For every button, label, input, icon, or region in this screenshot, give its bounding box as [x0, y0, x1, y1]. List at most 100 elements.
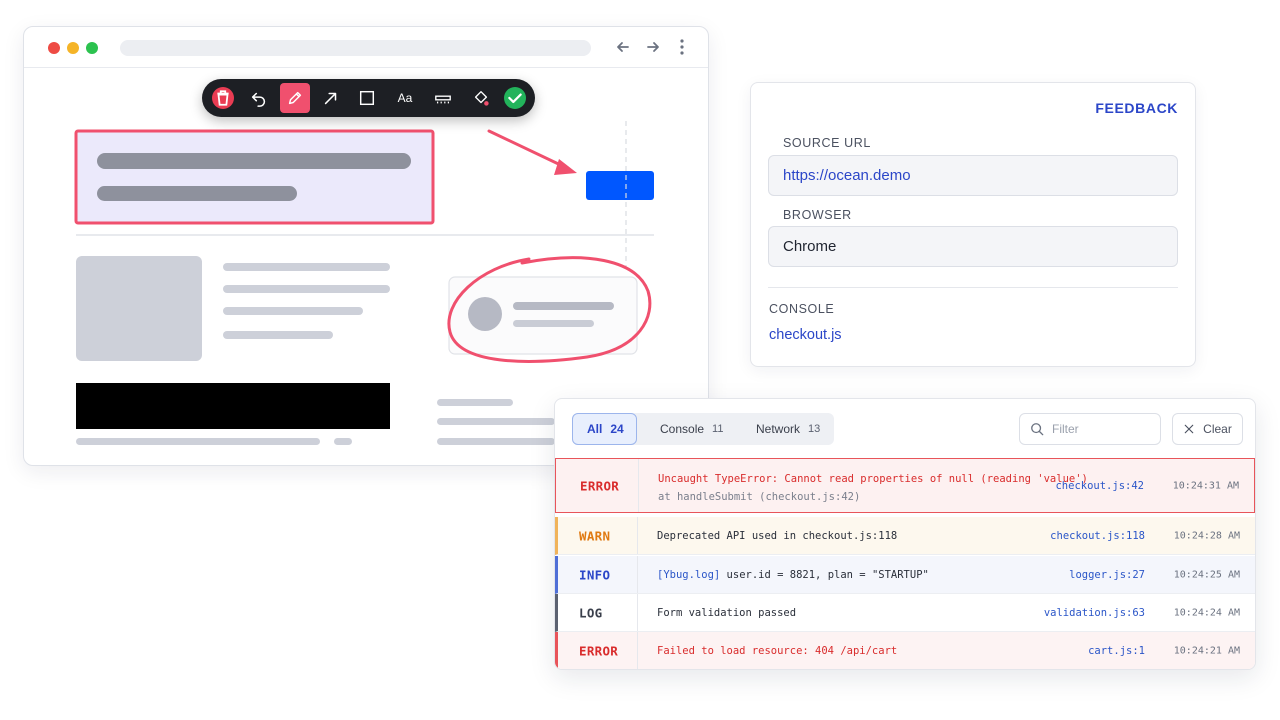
- tab-count: 13: [808, 423, 821, 435]
- browser-field[interactable]: Chrome: [768, 226, 1178, 267]
- log-timestamp: 10:24:28 AM: [1173, 530, 1240, 541]
- log-timestamp: 10:24:25 AM: [1173, 569, 1240, 580]
- log-source-link[interactable]: validation.js:63: [1044, 607, 1145, 619]
- log-row-log[interactable]: LOG Form validation passed validation.js…: [555, 594, 1255, 632]
- browser-label: BROWSER: [783, 208, 852, 222]
- log-separator: [638, 459, 639, 512]
- mock-image-placeholder: [76, 256, 202, 361]
- console-link[interactable]: checkout.js: [769, 327, 842, 343]
- mock-text-line: [223, 285, 390, 293]
- mock-text-line: [76, 438, 320, 445]
- pen-icon: [288, 91, 302, 105]
- tab-all[interactable]: All 24: [572, 413, 637, 445]
- mock-blue-button: [586, 171, 654, 200]
- done-tool[interactable]: [500, 83, 530, 113]
- mock-text-line: [513, 320, 594, 327]
- feedback-divider: [768, 287, 1178, 288]
- tab-network[interactable]: Network 13: [742, 413, 834, 445]
- arrow-tool[interactable]: [316, 83, 346, 113]
- tab-count: 11: [712, 423, 724, 435]
- tab-label: Network: [756, 422, 801, 436]
- log-message: Uncaught TypeError: Cannot read properti…: [658, 473, 1088, 485]
- log-source-link[interactable]: cart.js:1: [1088, 645, 1145, 657]
- log-timestamp: 10:24:24 AM: [1173, 607, 1240, 618]
- check-icon: [504, 87, 526, 109]
- text-icon: Aa: [397, 91, 413, 105]
- filter-placeholder: Filter: [1052, 422, 1079, 436]
- mock-text-line: [437, 418, 555, 425]
- log-message: [Ybug.log] user.id = 8821, plan = "START…: [657, 569, 929, 581]
- pen-tool[interactable]: [280, 83, 310, 113]
- log-separator: [637, 632, 638, 669]
- log-timestamp: 10:24:21 AM: [1173, 645, 1240, 657]
- log-source-link[interactable]: checkout.js:118: [1050, 530, 1145, 542]
- trash-icon: [212, 87, 234, 109]
- source-url-field[interactable]: https://ocean.demo: [768, 155, 1178, 196]
- log-message: Form validation passed: [657, 606, 797, 619]
- log-level: LOG: [579, 605, 603, 620]
- log-timestamp: 10:24:31 AM: [1172, 480, 1239, 491]
- tab-label: All: [587, 422, 603, 436]
- rectangle-icon: [359, 90, 375, 106]
- mock-text-line: [437, 399, 513, 406]
- log-separator: [637, 594, 638, 631]
- tab-console[interactable]: Console 11: [646, 413, 737, 445]
- log-message: Deprecated API used in checkout.js:118: [657, 529, 898, 542]
- mock-text-line: [97, 153, 411, 169]
- clear-button[interactable]: Clear: [1172, 413, 1243, 445]
- fill-tool[interactable]: [466, 83, 496, 113]
- annotation-toolbar: Aa: [202, 79, 535, 117]
- console-tabs: All 24 Console 11 Network 13: [572, 413, 834, 445]
- undo-icon: [251, 92, 266, 107]
- feedback-title: FEEDBACK: [1095, 100, 1178, 116]
- mock-text-line: [437, 438, 555, 445]
- tab-count: 24: [610, 422, 624, 436]
- log-level: ERROR: [579, 643, 619, 659]
- undo-tool[interactable]: [244, 83, 274, 113]
- annotation-arrow: [487, 129, 571, 171]
- log-level: WARN: [579, 528, 611, 543]
- clear-label: Clear: [1203, 422, 1232, 436]
- log-row-info[interactable]: INFO [Ybug.log] user.id = 8821, plan = "…: [555, 556, 1255, 594]
- blur-icon: [435, 95, 451, 104]
- filter-input[interactable]: Filter: [1019, 413, 1161, 445]
- log-separator: [637, 517, 638, 554]
- search-icon: [1031, 423, 1044, 436]
- fill-icon: [474, 91, 489, 106]
- tab-label: Console: [660, 422, 705, 436]
- log-detail: at handleSubmit (checkout.js:42): [658, 491, 861, 503]
- mock-avatar: [468, 297, 502, 331]
- source-url-label: SOURCE URL: [783, 136, 871, 150]
- log-source-link[interactable]: logger.js:27: [1069, 569, 1145, 581]
- log-row-error[interactable]: ERROR Failed to load resource: 404 /api/…: [555, 632, 1255, 669]
- close-icon: [1184, 424, 1194, 434]
- mock-text-line: [223, 307, 363, 315]
- blur-tool[interactable]: [428, 83, 458, 113]
- log-separator: [637, 556, 638, 593]
- arrow-icon: [324, 92, 337, 105]
- annotation-arrow-head: [554, 159, 577, 175]
- text-tool[interactable]: Aa: [390, 83, 420, 113]
- console-label: CONSOLE: [769, 302, 835, 316]
- log-level: ERROR: [580, 478, 620, 493]
- rectangle-tool[interactable]: [352, 83, 382, 113]
- mock-text-line: [223, 263, 390, 271]
- highlight-box: [74, 129, 435, 225]
- mock-text-line: [513, 302, 614, 310]
- log-row-warn[interactable]: WARN Deprecated API used in checkout.js:…: [555, 517, 1255, 555]
- console-panel: All 24 Console 11 Network 13 Filter Clea…: [554, 398, 1256, 670]
- mock-text-line: [223, 331, 333, 339]
- feedback-panel: FEEDBACK SOURCE URL https://ocean.demo B…: [750, 82, 1196, 367]
- redacted-block: [76, 383, 390, 429]
- log-source-link[interactable]: checkout.js:42: [1055, 480, 1144, 492]
- source-url-value: https://ocean.demo: [783, 167, 911, 184]
- log-message: Failed to load resource: 404 /api/cart: [657, 645, 898, 657]
- log-row-error[interactable]: ERROR Uncaught TypeError: Cannot read pr…: [555, 458, 1255, 513]
- log-prefix: [Ybug.log]: [657, 568, 721, 581]
- log-message-text: user.id = 8821, plan = "STARTUP": [726, 568, 929, 581]
- delete-tool[interactable]: [208, 83, 238, 113]
- mock-text-line: [334, 438, 352, 445]
- log-level: INFO: [579, 567, 611, 582]
- mock-text-line: [97, 186, 297, 201]
- browser-value: Chrome: [783, 238, 837, 255]
